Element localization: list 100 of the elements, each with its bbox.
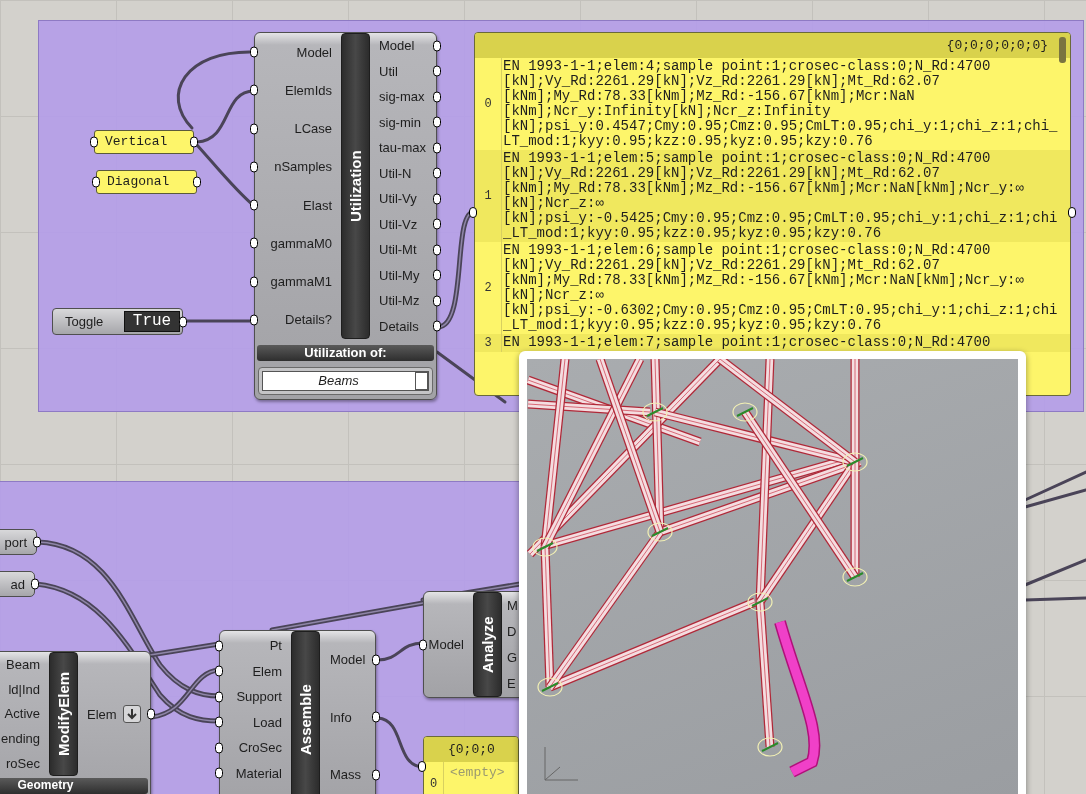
output-label: Util xyxy=(379,64,398,78)
input-label: ld|Ind xyxy=(8,682,40,696)
output-label: M xyxy=(507,598,518,612)
input-label: gammaM0 xyxy=(270,236,332,250)
input-label: roSec xyxy=(6,757,40,771)
output-grip[interactable] xyxy=(433,40,441,52)
input-label: ending xyxy=(0,732,40,746)
input-label: gammaM1 xyxy=(270,275,332,289)
arrow-button[interactable] xyxy=(123,705,141,723)
output-grip[interactable] xyxy=(372,654,380,666)
output-grip[interactable] xyxy=(1068,207,1076,218)
output-label: sig-max xyxy=(379,90,425,104)
output-label: Details xyxy=(379,319,419,333)
input-grip[interactable] xyxy=(215,716,223,728)
panel-row[interactable]: 3 EN 1993-1-1;elem:7;sample point:1;crosec-class:0;N_Rd:4700 xyxy=(475,334,1070,352)
input-label: Pt xyxy=(269,639,282,653)
component-name: Analyze xyxy=(473,592,502,697)
input-label: nSamples xyxy=(274,160,332,174)
output-label: Model xyxy=(330,653,366,667)
toggle-value[interactable]: True xyxy=(124,311,180,332)
row-text: EN 1993-1-1;elem:5;sample point:1;crosec-class:0;N_Rd:4700[kN];Vy_Rd:2261.29[kN];Vz_Rd:2261.29[kN];Mt_Rd:62.07[kNm];My_Rd:78.33[kNm];Mz_Rd:-156.67[kNm];Mcr:NaN[kNm];Ncr_y:∞[kN];Ncr_z:∞[kN];psi_y:-0.5425;Cmy:0.95;Cmz:0.95;CmLT:0.95;chi_y:1;chi_z:1;chi_LT_mod:1;kyy:0.95;kzz:0.95;kyz:0.95;kzy:0.76 xyxy=(502,150,1059,242)
input-grip[interactable] xyxy=(250,237,258,249)
input-grip[interactable] xyxy=(250,314,258,326)
input-grip[interactable] xyxy=(250,276,258,288)
output-grip[interactable] xyxy=(31,578,39,590)
input-grip[interactable] xyxy=(250,199,258,211)
input-label: Material xyxy=(235,766,282,780)
input-grip[interactable] xyxy=(215,640,223,652)
input-grip[interactable] xyxy=(92,176,100,188)
input-grip[interactable] xyxy=(250,161,258,173)
output-label: G xyxy=(507,651,518,665)
output-label: tau-max xyxy=(379,141,426,155)
input-label: LCase xyxy=(294,122,332,136)
input-grip[interactable] xyxy=(250,123,258,135)
input-label: CroSec xyxy=(238,741,282,755)
axis-icon xyxy=(544,746,579,781)
input-grip[interactable] xyxy=(215,767,223,779)
input-label: Load xyxy=(253,715,282,729)
row-text: EN 1993-1-1;elem:4;sample point:1;crosec-class:0;N_Rd:4700[kN];Vy_Rd:2261.29[kN];Vz_Rd:2261.29[kN];Mt_Rd:62.07[kNm];My_Rd:78.33[kNm];Mz_Rd:-156.67[kNm];Mcr:NaN[kNm];Ncr_y:Infinity[kN];Ncr_z:Infinity[kN];psi_y:0.4547;Cmy:0.95;Cmz:0.95;CmLT:0.95;chi_y:1;chi_z:1;chi_LT_mod:1;kyy:0.95;kzz:0.95;kyz:0.95;kzy:0.76 xyxy=(502,58,1059,150)
output-grip[interactable] xyxy=(433,269,441,281)
output-grip[interactable] xyxy=(372,711,380,723)
output-label: D xyxy=(507,624,517,638)
input-label: Active xyxy=(4,707,40,721)
input-label: Model xyxy=(296,45,332,59)
output-grip[interactable] xyxy=(433,295,441,307)
branch-path: {0;0;0;0;0;0} xyxy=(475,33,1070,58)
wire xyxy=(1023,596,1086,602)
down-arrow-icon xyxy=(126,708,138,720)
input-label: Beam xyxy=(6,657,40,671)
input-grip[interactable] xyxy=(419,639,427,650)
input-grip[interactable] xyxy=(215,665,223,677)
output-label: Util-Vy xyxy=(379,192,417,206)
dropdown-button[interactable] xyxy=(415,372,428,390)
output-label: E xyxy=(507,677,516,691)
panel-text: Diagonal xyxy=(107,173,170,192)
scrollbar-thumb[interactable] xyxy=(1059,37,1066,63)
output-grip[interactable] xyxy=(433,193,441,205)
input-label: Details? xyxy=(285,313,332,327)
output-grip[interactable] xyxy=(433,218,441,230)
input-label: Elast xyxy=(303,198,332,212)
output-grip[interactable] xyxy=(433,320,441,332)
input-label: ElemIds xyxy=(285,83,332,97)
input-grip[interactable] xyxy=(250,46,258,58)
output-label: Util-Mz xyxy=(379,294,420,308)
output-grip[interactable] xyxy=(433,167,441,179)
input-grip[interactable] xyxy=(469,207,477,218)
output-grip[interactable] xyxy=(33,536,41,548)
output-label: Mass xyxy=(330,768,362,782)
row-text: <empty> xyxy=(449,764,506,782)
input-grip[interactable] xyxy=(215,691,223,703)
output-grip[interactable] xyxy=(433,116,441,128)
component-name: ModifyElem xyxy=(49,652,78,776)
branch-path: {0;0;0 xyxy=(424,737,518,762)
component-name: Utilization xyxy=(341,33,370,339)
input-label: Elem xyxy=(252,664,282,678)
row-text: EN 1993-1-1;elem:6;sample point:1;crosec-class:0;N_Rd:4700[kN];Vy_Rd:2261.29[kN];Vz_Rd:2261.29[kN];Mt_Rd:62.07[kNm];My_Rd:78.33[kNm];Mz_Rd:-156.67[kNm];Mcr:NaN[kNm];Ncr_y:∞[kN];Ncr_z:∞[kN];psi_y:-0.6302;Cmy:0.95;Cmz:0.95;CmLT:0.95;chi_y:1;chi_z:1;chi_LT_mod:1;kyy:0.95;kzz:0.95;kyz:0.95;kzy:0.76 xyxy=(502,242,1059,334)
output-grip[interactable] xyxy=(193,176,201,188)
output-grip[interactable] xyxy=(433,142,441,154)
output-grip[interactable] xyxy=(147,708,155,720)
output-label: sig-min xyxy=(379,115,421,129)
output-grip[interactable] xyxy=(433,244,441,256)
row-index: 3 xyxy=(475,334,502,352)
output-label: Util-Vz xyxy=(379,217,418,231)
input-grip[interactable] xyxy=(215,742,223,754)
output-grip[interactable] xyxy=(179,316,187,327)
output-label: Info xyxy=(330,710,352,724)
param-label: port xyxy=(4,535,27,549)
output-grip[interactable] xyxy=(433,65,441,77)
output-grip[interactable] xyxy=(372,769,380,781)
output-grip[interactable] xyxy=(433,91,441,103)
input-grip[interactable] xyxy=(90,136,98,148)
input-grip[interactable] xyxy=(250,84,258,96)
input-grip[interactable] xyxy=(418,761,426,772)
output-grip[interactable] xyxy=(190,136,198,148)
input-label: Support xyxy=(236,690,282,704)
wire xyxy=(1023,558,1086,587)
output-label: Util-My xyxy=(379,268,420,282)
output-label: Model xyxy=(379,39,415,53)
section-title: Geometry xyxy=(0,778,148,794)
output-label: Util-Mt xyxy=(379,243,417,257)
